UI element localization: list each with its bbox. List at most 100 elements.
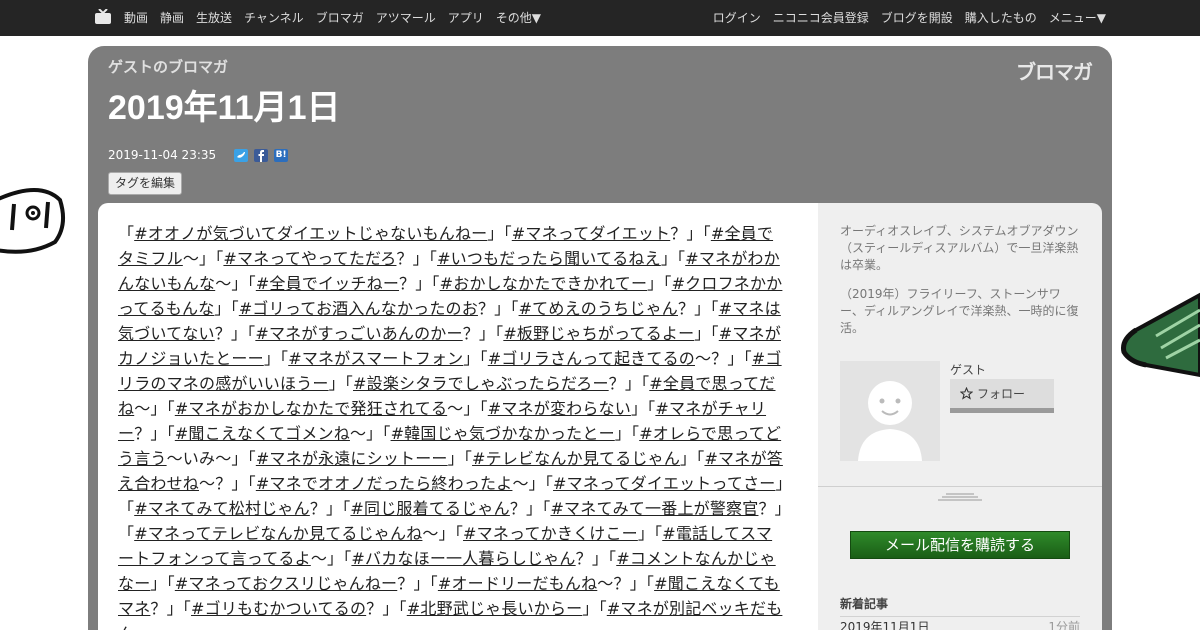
hashtag-link[interactable]: #マネが永遠にシットーー [256, 449, 448, 468]
recent-article-item[interactable]: 2019年11月1日 1分前 [840, 618, 1080, 630]
hashtag-link[interactable]: #マネがスマートフォン [288, 349, 463, 368]
hashtag-link[interactable]: #いつもだったら聞いてるねえ [437, 249, 661, 268]
body-punctuation: 」「 [630, 399, 656, 418]
body-punctuation: 」「 [447, 449, 473, 468]
body-punctuation: ？」「 [677, 299, 719, 318]
body-punctuation: ？」「 [477, 299, 519, 318]
hashtag-link[interactable]: #てめえのうちじゃん [519, 299, 678, 318]
body-punctuation: 〜？」「 [597, 574, 655, 593]
hashtag-link[interactable]: #オオノが気づいてダイエットじゃないもんねー [134, 224, 487, 243]
subscribe-email-button[interactable]: メール配信を購読する [850, 531, 1070, 559]
hashtag-link[interactable]: #マネってやってただろ [223, 249, 396, 268]
open-blog-link[interactable]: ブログを開設 [881, 11, 953, 25]
service-nav: 動画 静画 生放送 チャンネル ブロマガ アツマール アプリ その他▼ [124, 11, 541, 25]
nav-channel[interactable]: チャンネル [244, 11, 304, 25]
sidebar: オーディオスレイブ、システムオブアダウン（スティールディスアルバム）で一旦洋楽熱… [818, 203, 1102, 630]
hashtag-link[interactable]: #マネでオオノだったら終わったよ [256, 474, 513, 493]
body-punctuation: ？」「 [399, 274, 440, 293]
hatena-bookmark-icon[interactable]: B! [274, 148, 289, 162]
blog-description-line-1: オーディオスレイブ、システムオブアダウン（スティールディスアルバム）で一旦洋楽熱… [840, 224, 1079, 272]
body-punctuation: 」「 [614, 424, 640, 443]
blog-name[interactable]: ゲストのブロマガ [108, 56, 228, 77]
register-link[interactable]: ニコニコ会員登録 [773, 11, 869, 25]
niconico-tv-icon[interactable] [94, 9, 112, 25]
hashtag-link[interactable]: #マネってダイエットってさー [553, 474, 775, 493]
twitter-icon[interactable] [234, 148, 249, 162]
hashtag-link[interactable]: #北野武じゃ長いからー [407, 599, 583, 618]
doodle-character-icon [0, 188, 66, 254]
hashtag-link[interactable]: #板野じゃちがってるよー [503, 324, 694, 343]
hashtag-link[interactable]: #ゴリラさんって起きてるの [488, 349, 695, 368]
body-punctuation: 〜」「 [215, 274, 256, 293]
body-punctuation: ？」「 [575, 549, 617, 568]
hashtag-link[interactable]: #マネがすっごいあんのかー [255, 324, 462, 343]
body-punctuation: 〜」「 [447, 399, 488, 418]
hashtag-link[interactable]: #マネてみて一番上が警察官 [550, 499, 758, 518]
hashtag-link[interactable]: #全員でイッチねー [256, 274, 399, 293]
hashtag-link[interactable]: #おかしなかたできかれてー [440, 274, 648, 293]
recent-article-title[interactable]: 2019年11月1日 [840, 620, 929, 630]
hashtag-link[interactable]: #マネがおかしなかたで発狂されてる [175, 399, 447, 418]
body-punctuation: 」「 [647, 274, 672, 293]
facebook-icon[interactable] [254, 148, 269, 162]
body-punctuation: 〜」「 [422, 524, 464, 543]
blog-description-line-2: （2019年）フライリーフ、ストーンサワー、ディルアングレイで洋楽熱、一時的に復… [840, 287, 1079, 335]
grip-handle-icon[interactable] [938, 493, 982, 501]
body-punctuation: 〜いみ〜」「 [166, 449, 256, 468]
body-punctuation: ？」「 [396, 249, 438, 268]
hashtag-link[interactable]: #韓国じゃ気づかなかったとー [391, 424, 615, 443]
follow-label: フォロー [977, 387, 1026, 401]
blomaga-logo[interactable]: ブロマガ [1016, 56, 1093, 85]
body-punctuation: 〜」「 [310, 549, 352, 568]
hashtag-link[interactable]: #聞こえなくてゴメンね [175, 424, 350, 443]
body-punctuation: 〜？」「 [694, 349, 752, 368]
nav-blomaga[interactable]: ブロマガ [316, 11, 364, 25]
nav-seiga[interactable]: 静画 [160, 11, 184, 25]
body-punctuation: ？」「 [214, 324, 256, 343]
hashtag-link[interactable]: #マネってダイエット [512, 224, 670, 243]
body-punctuation: 」「 [150, 574, 175, 593]
login-link[interactable]: ログイン [713, 11, 761, 25]
body-punctuation: 〜」「 [134, 399, 175, 418]
purchased-link[interactable]: 購入したもの [965, 11, 1037, 25]
hashtag-link[interactable]: #マネってかきくけこー [463, 524, 638, 543]
article-date: 2019-11-04 23:35 [108, 148, 217, 162]
nav-apps[interactable]: アプリ [448, 11, 484, 25]
follow-button[interactable]: フォロー [950, 379, 1054, 413]
menu-link[interactable]: メニュー▼ [1049, 11, 1106, 25]
avatar[interactable] [840, 361, 940, 461]
nav-atsumaru[interactable]: アツマール [376, 11, 436, 25]
hashtag-link[interactable]: #ゴリってお酒入んなかったのお [239, 299, 478, 318]
hashtag-link[interactable]: #マネが変わらない [488, 399, 631, 418]
body-punctuation: 」「 [487, 224, 512, 243]
body-punctuation: 」「 [582, 599, 607, 618]
body-punctuation: ？」「 [366, 599, 407, 618]
hashtag-link[interactable]: #バカなほー一人暮らしじゃん [351, 549, 575, 568]
article-meta: 2019-11-04 23:35 B! [108, 148, 289, 162]
body-punctuation: ？」「 [509, 499, 551, 518]
hashtag-link[interactable]: #テレビなんか見てるじゃん [472, 449, 680, 468]
hashtag-link[interactable]: #マネてみて松村じゃん [134, 499, 310, 518]
body-punctuation: ？」「 [397, 574, 438, 593]
body-punctuation: 「 [118, 224, 135, 243]
hashtag-link[interactable]: #マネってテレビなんか見てるじゃんね [134, 524, 422, 543]
nav-live[interactable]: 生放送 [196, 11, 232, 25]
body-punctuation: 〜？」「 [199, 474, 256, 493]
body-punctuation: ？」「 [608, 374, 650, 393]
body-punctuation: ？」「 [134, 424, 175, 443]
body-punctuation: 〜」「 [182, 249, 224, 268]
hashtag-link[interactable]: #オードリーだもんね [438, 574, 597, 593]
recent-article-time: 1分前 [1048, 620, 1080, 630]
sidebar-divider [818, 486, 1102, 487]
hashtag-link[interactable]: #マネっておクスリじゃんねー [175, 574, 397, 593]
nav-more[interactable]: その他▼ [496, 11, 541, 25]
hashtag-link[interactable]: #ゴリもむかついてるの [191, 599, 366, 618]
hashtag-link[interactable]: #同じ服着てるじゃん [350, 499, 509, 518]
body-punctuation: 」「 [660, 249, 686, 268]
edit-tags-button[interactable]: タグを編集 [108, 172, 183, 195]
nav-video[interactable]: 動画 [124, 11, 148, 25]
share-buttons: B! [234, 148, 289, 162]
hashtag-link[interactable]: #設楽シタラでしゃぶったらだろー [353, 374, 609, 393]
account-nav: ログイン ニコニコ会員登録 ブログを開設 購入したもの メニュー▼ [713, 11, 1106, 25]
author-name[interactable]: ゲスト [950, 361, 986, 378]
